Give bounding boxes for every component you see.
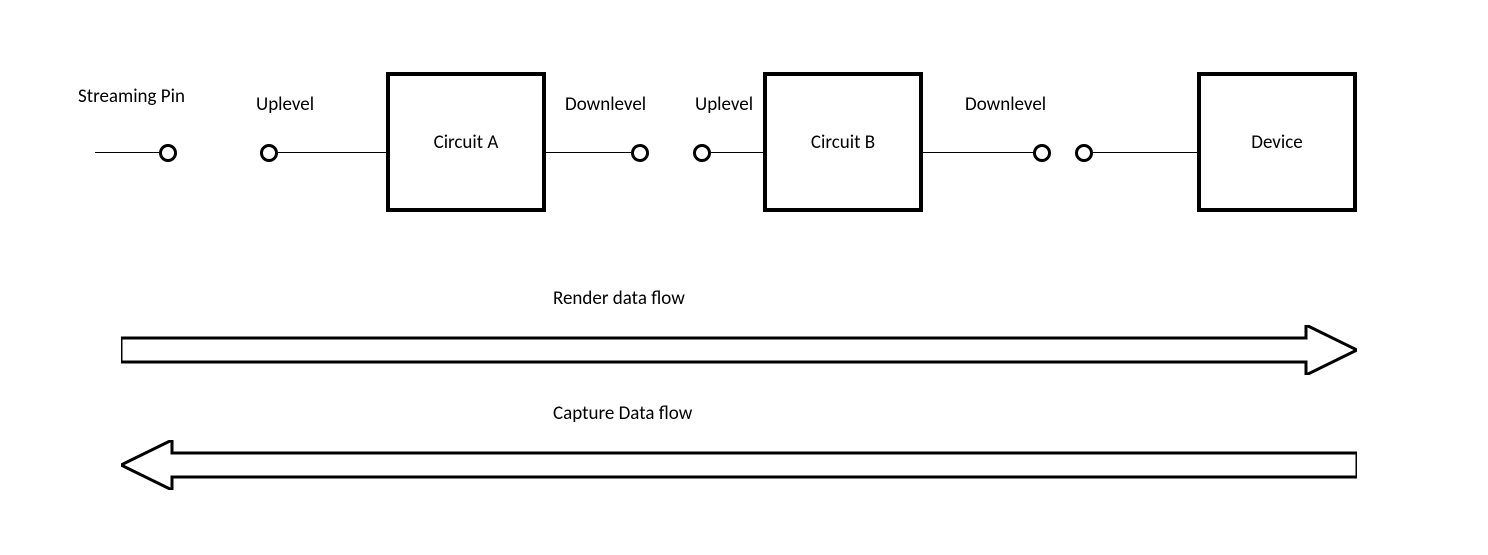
pin-downlevel-1: [631, 144, 649, 162]
wire-downlevel-2: [923, 152, 1033, 153]
arrow-capture: [121, 440, 1357, 490]
label-capture-flow: Capture Data flow: [553, 402, 692, 425]
box-circuit-a-label: Circuit A: [434, 131, 499, 154]
arrow-render: [121, 325, 1357, 375]
box-device-label: Device: [1251, 131, 1302, 154]
wire-uplevel-2: [711, 152, 763, 153]
wire-downlevel-1: [546, 152, 631, 153]
diagram-canvas: Streaming Pin Uplevel Downlevel Uplevel …: [0, 0, 1488, 555]
label-uplevel-2: Uplevel: [695, 93, 753, 116]
box-device: Device: [1197, 72, 1357, 212]
pin-streaming: [159, 144, 177, 162]
pin-downlevel-2: [1033, 144, 1051, 162]
label-uplevel-1: Uplevel: [256, 93, 314, 116]
wire-device: [1093, 152, 1197, 153]
label-render-flow: Render data flow: [553, 287, 685, 310]
box-circuit-a: Circuit A: [386, 72, 546, 212]
label-downlevel-1: Downlevel: [565, 93, 646, 116]
label-streaming-pin: Streaming Pin: [78, 85, 185, 108]
pin-device-input: [1075, 144, 1093, 162]
wire-uplevel-1: [278, 152, 386, 153]
wire-streaming: [95, 152, 159, 153]
pin-uplevel-2: [693, 144, 711, 162]
box-circuit-b-label: Circuit B: [811, 131, 875, 154]
box-circuit-b: Circuit B: [763, 72, 923, 212]
pin-uplevel-1: [260, 144, 278, 162]
label-downlevel-2: Downlevel: [965, 93, 1046, 116]
